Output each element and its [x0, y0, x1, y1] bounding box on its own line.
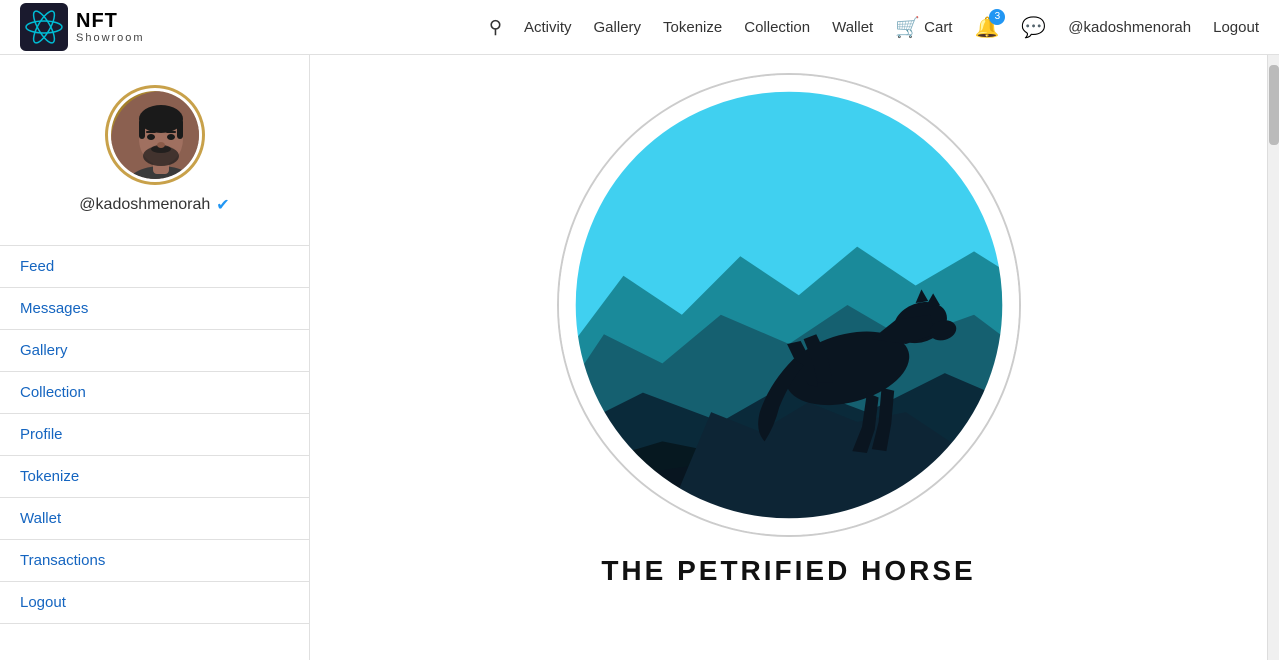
nft-title: THE PETRIFIED HORSE — [601, 555, 975, 587]
nav-gallery[interactable]: Gallery — [594, 19, 642, 36]
sidebar-item-transactions[interactable]: Transactions — [0, 540, 309, 582]
logo-area: NFT Showroom — [20, 3, 220, 51]
nav-logout[interactable]: Logout — [1213, 19, 1259, 36]
notification-badge: 3 — [989, 9, 1005, 25]
sidebar: @kadoshmenorah ✔︎ Feed Messages Gallery … — [0, 55, 310, 660]
nft-image-container — [559, 75, 1019, 535]
sidebar-username: @kadoshmenorah — [79, 196, 210, 214]
nav-activity[interactable]: Activity — [524, 19, 572, 36]
sidebar-item-logout[interactable]: Logout — [0, 582, 309, 624]
nav-collection[interactable]: Collection — [744, 19, 810, 36]
sidebar-item-messages[interactable]: Messages — [0, 288, 309, 330]
nav-wallet[interactable]: Wallet — [832, 19, 873, 36]
cart-icon: 🛒 — [895, 15, 920, 40]
sidebar-item-collection[interactable]: Collection — [0, 372, 309, 414]
sidebar-item-profile[interactable]: Profile — [0, 414, 309, 456]
avatar-ring — [105, 85, 205, 185]
notifications-button[interactable]: 🔔 3 — [974, 15, 999, 40]
logo-showroom-label: Showroom — [76, 32, 145, 44]
sidebar-item-gallery[interactable]: Gallery — [0, 330, 309, 372]
sidebar-item-tokenize[interactable]: Tokenize — [0, 456, 309, 498]
search-button[interactable]: ⚲ — [489, 17, 502, 38]
logo-icon — [20, 3, 68, 51]
verified-icon: ✔︎ — [216, 195, 229, 215]
main-header: NFT Showroom ⚲ Activity Gallery Tokenize… — [0, 0, 1279, 55]
sidebar-nav: Feed Messages Gallery Collection Profile… — [0, 245, 309, 624]
sidebar-username-area: @kadoshmenorah ✔︎ — [79, 195, 229, 215]
scrollbar-thumb[interactable] — [1269, 65, 1279, 145]
main-nav: ⚲ Activity Gallery Tokenize Collection W… — [220, 15, 1259, 40]
logo-text: NFT Showroom — [76, 10, 145, 44]
cart-button[interactable]: 🛒 Cart — [895, 15, 952, 40]
main-layout: @kadoshmenorah ✔︎ Feed Messages Gallery … — [0, 55, 1279, 660]
logo-nft-label: NFT — [76, 10, 145, 32]
scrollbar-track[interactable] — [1267, 55, 1279, 660]
nav-username[interactable]: @kadoshmenorah — [1068, 19, 1191, 36]
avatar — [111, 91, 199, 179]
sidebar-item-wallet[interactable]: Wallet — [0, 498, 309, 540]
avatar-area: @kadoshmenorah ✔︎ — [0, 75, 309, 235]
messages-icon[interactable]: 💬 — [1021, 15, 1046, 40]
nft-artwork — [559, 75, 1019, 535]
content-area: THE PETRIFIED HORSE — [310, 55, 1267, 660]
cart-label: Cart — [924, 19, 952, 36]
sidebar-item-feed[interactable]: Feed — [0, 245, 309, 288]
nav-tokenize[interactable]: Tokenize — [663, 19, 722, 36]
